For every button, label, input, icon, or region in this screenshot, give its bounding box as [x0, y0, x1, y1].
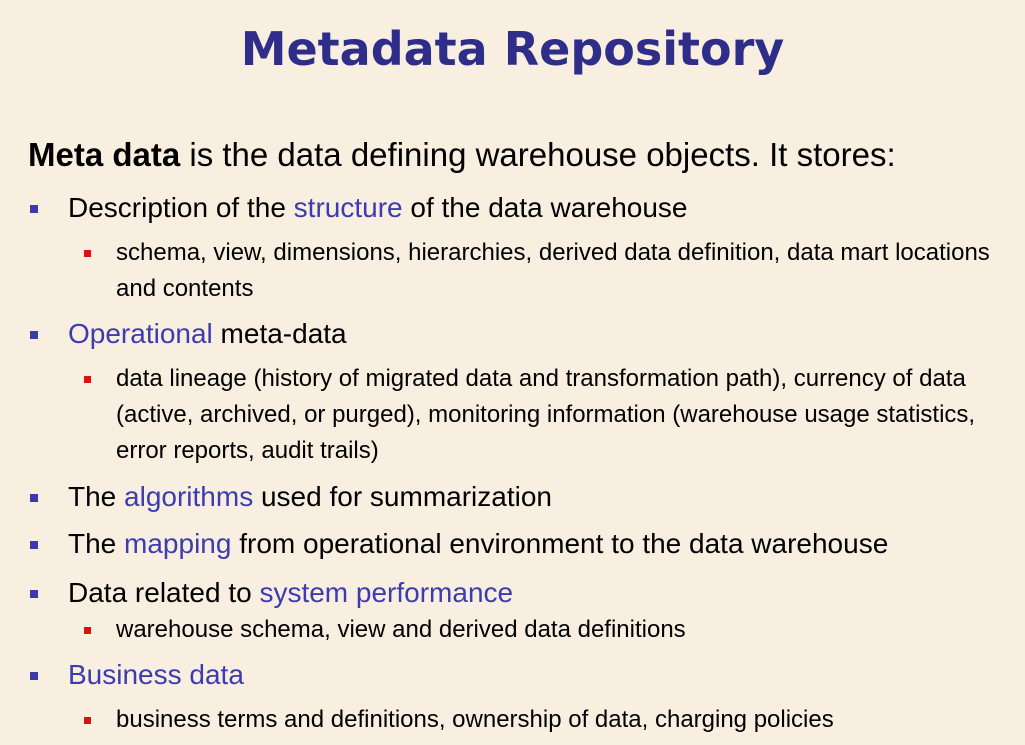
intro-line: Meta data is the data defining warehouse… — [28, 136, 896, 174]
item-text-post: of the data warehouse — [402, 192, 688, 223]
item-highlight: mapping — [124, 528, 232, 559]
bullet-item-operational: Operational meta-data — [30, 318, 347, 350]
sub-bullet-business-data: business terms and definitions, ownershi… — [84, 702, 1021, 738]
bullet-item-structure: Description of the structure of the data… — [30, 192, 688, 224]
bullet-item-mapping: The mapping from operational environment… — [30, 528, 889, 560]
item-highlight: system performance — [259, 577, 514, 608]
sub-bullet-text: business terms and definitions, ownershi… — [116, 706, 834, 733]
item-text-pre: The — [68, 528, 125, 559]
square-bullet-icon — [84, 627, 91, 634]
square-bullet-icon — [84, 717, 91, 724]
item-text-pre: Data related to — [68, 577, 260, 608]
square-bullet-icon — [30, 590, 38, 598]
bullet-item-algorithms: The algorithms used for summarization — [30, 481, 552, 513]
square-bullet-icon — [30, 331, 38, 339]
bullet-item-system-performance: Data related to system performance — [30, 577, 514, 609]
item-highlight: algorithms — [124, 481, 254, 512]
item-highlight: Business data — [68, 659, 244, 690]
sub-bullet-text: schema, view, dimensions, hierarchies, d… — [116, 239, 990, 302]
sub-bullet-text: data lineage (history of migrated data a… — [116, 365, 976, 464]
slide-title: Metadata Repository — [240, 22, 785, 76]
intro-text: is the data defining warehouse objects. … — [180, 136, 896, 173]
bullet-item-business-data: Business data — [30, 659, 244, 691]
sub-bullet-structure: schema, view, dimensions, hierarchies, d… — [84, 235, 1021, 307]
item-text-post: from operational environment to the data… — [231, 528, 889, 559]
square-bullet-icon — [84, 250, 91, 257]
sub-bullet-text: warehouse schema, view and derived data … — [116, 616, 686, 643]
sub-bullet-operational: data lineage (history of migrated data a… — [84, 361, 1021, 469]
square-bullet-icon — [30, 205, 38, 213]
sub-bullet-system-performance: warehouse schema, view and derived data … — [84, 612, 1021, 648]
square-bullet-icon — [30, 672, 38, 680]
item-text-post: meta-data — [212, 318, 347, 349]
item-text-pre: The — [68, 481, 125, 512]
item-text-pre: Description of the — [68, 192, 294, 223]
item-text-post: used for summarization — [253, 481, 552, 512]
square-bullet-icon — [30, 541, 38, 549]
intro-term: Meta data — [28, 136, 181, 173]
square-bullet-icon — [84, 376, 91, 383]
square-bullet-icon — [30, 494, 38, 502]
item-highlight: Operational — [68, 318, 213, 349]
item-highlight: structure — [293, 192, 403, 223]
